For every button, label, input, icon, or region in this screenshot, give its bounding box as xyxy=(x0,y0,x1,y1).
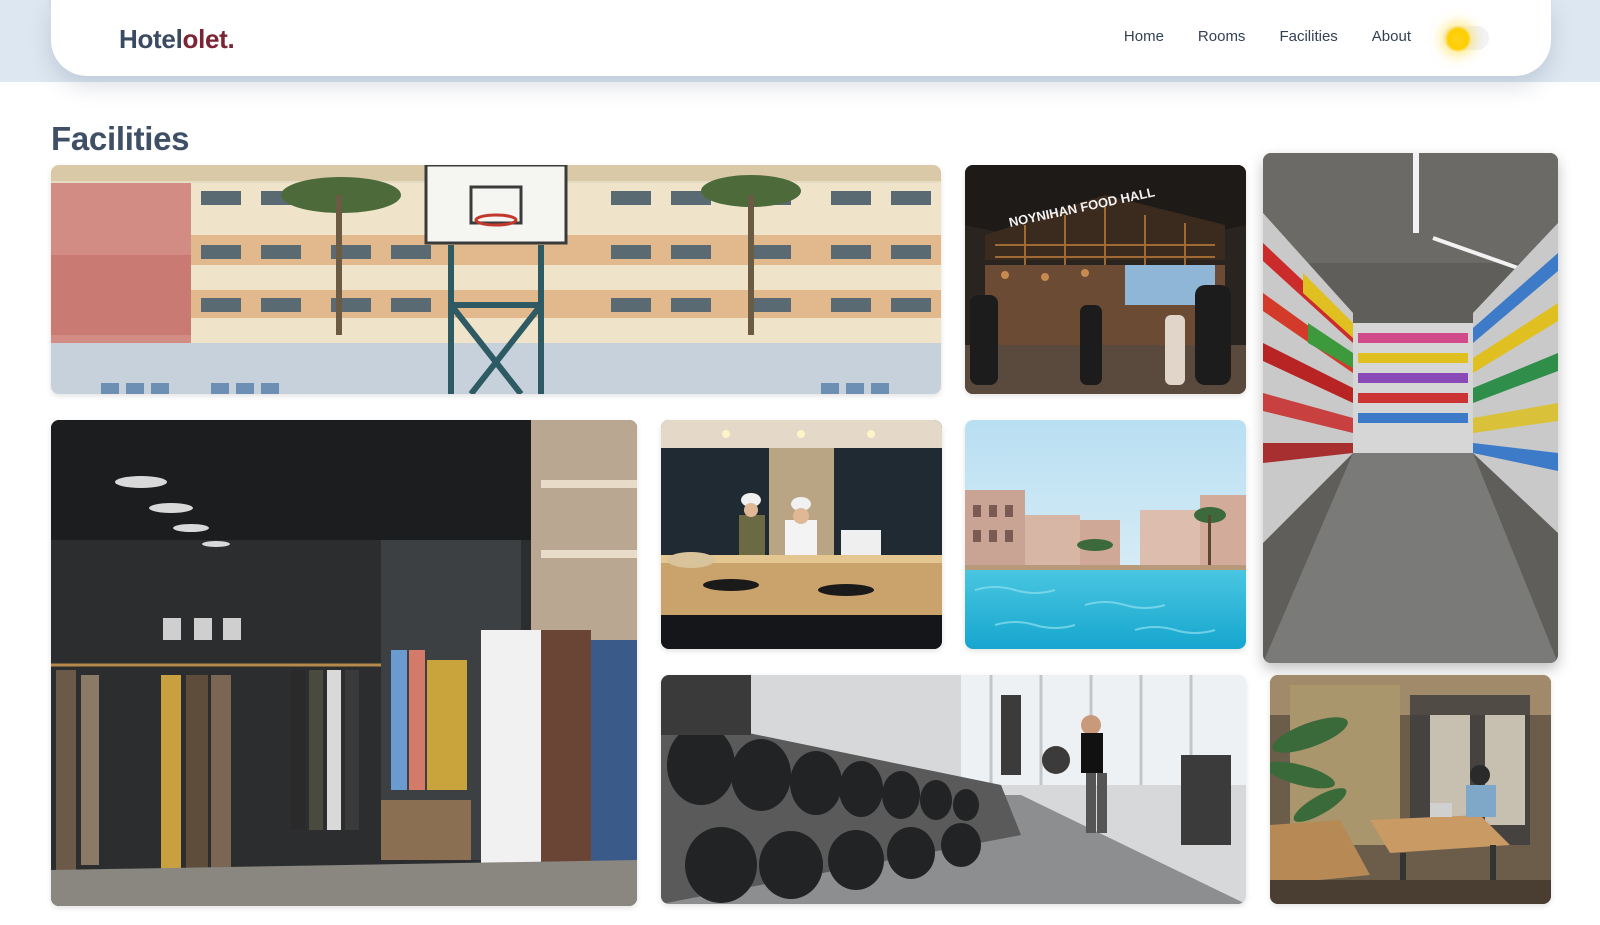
facility-image-coworking-space[interactable] xyxy=(1270,675,1551,904)
facility-image-gym[interactable] xyxy=(661,675,1246,904)
nav-link-rooms[interactable]: Rooms xyxy=(1198,28,1246,45)
theme-toggle[interactable] xyxy=(1443,26,1489,52)
nav-link-about[interactable]: About xyxy=(1372,28,1411,45)
brand-dot: . xyxy=(227,24,235,54)
page-title: Facilities xyxy=(51,120,190,157)
facility-image-basketball-court[interactable] xyxy=(51,165,941,394)
facility-image-supermarket[interactable] xyxy=(1263,153,1558,663)
facility-image-food-hall[interactable]: NOYNIHAN FOOD HALL xyxy=(965,165,1246,394)
nav-links: Home Rooms Facilities About xyxy=(1124,28,1411,45)
brand-logo[interactable]: Hotelolet. xyxy=(119,24,235,55)
nav-link-facilities[interactable]: Facilities xyxy=(1279,28,1337,45)
facility-image-sushi-bar[interactable] xyxy=(661,420,942,649)
brand-name-part2: olet xyxy=(182,24,228,54)
facility-image-clothing-store[interactable] xyxy=(51,420,637,906)
navbar: Hotelolet. Home Rooms Facilities About xyxy=(51,0,1551,76)
nav-link-home[interactable]: Home xyxy=(1124,28,1164,45)
brand-name-part1: Hotel xyxy=(119,24,183,54)
sun-icon xyxy=(1445,26,1471,52)
facility-image-swimming-pool[interactable] xyxy=(965,420,1246,649)
